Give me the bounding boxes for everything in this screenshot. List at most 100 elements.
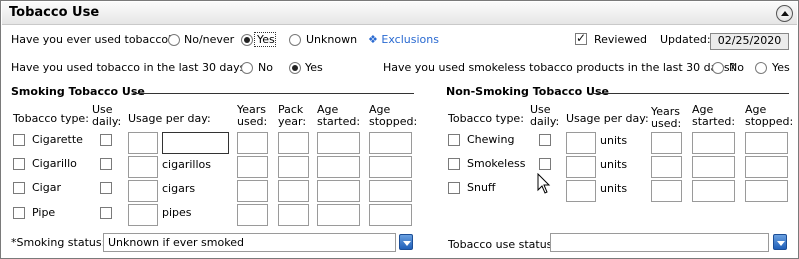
- cigarette-label: Cigarette: [32, 133, 83, 146]
- nonsmoking-age-stopped-header: Age stopped:: [745, 103, 794, 128]
- smokeless-unit-label: units: [600, 158, 628, 171]
- nonsmoking-years-header: Years used:: [651, 105, 682, 130]
- chewing-age-stopped-input[interactable]: [745, 132, 788, 154]
- chewing-checkbox[interactable]: [448, 134, 460, 146]
- nonsmoking-section-title: Non-Smoking Tobacco Use: [446, 85, 609, 98]
- ever-used-no-label: No/never: [184, 33, 235, 46]
- ever-used-no-radio[interactable]: [168, 34, 180, 46]
- reviewed-label: Reviewed: [594, 33, 647, 46]
- pipe-pack-input[interactable]: [278, 204, 309, 226]
- tobacco-use-status-dropdown-button[interactable]: [773, 234, 787, 250]
- pipe-age-stopped-input[interactable]: [369, 204, 412, 226]
- snuff-usage-input[interactable]: [566, 180, 596, 202]
- cigarillo-daily-checkbox[interactable]: [100, 158, 112, 170]
- chewing-usage-input[interactable]: [566, 132, 596, 154]
- exclusions-label: Exclusions: [381, 33, 439, 46]
- smoking-status-select[interactable]: Unknown if ever smoked: [103, 233, 396, 252]
- chewing-daily-checkbox[interactable]: [539, 134, 551, 146]
- chewing-label: Chewing: [467, 133, 515, 146]
- cigar-usage-input[interactable]: [128, 180, 158, 202]
- ever-used-yes-label: Yes: [257, 33, 275, 46]
- smokeless-30-days-label: Have you used smokeless tobacco products…: [383, 61, 736, 74]
- cigar-label: Cigar: [32, 181, 61, 194]
- snuff-years-input[interactable]: [651, 180, 682, 202]
- last-30-no-label: No: [258, 61, 273, 74]
- cigarillo-usage-input[interactable]: [128, 156, 158, 178]
- smoking-use-daily-header: Use daily:: [92, 103, 122, 128]
- smoking-status-dropdown-button[interactable]: [399, 234, 413, 250]
- cigar-pack-input[interactable]: [278, 180, 309, 202]
- smoking-usage-header: Usage per day:: [128, 112, 211, 125]
- smokeless-usage-input[interactable]: [566, 156, 596, 178]
- smokeless-checkbox[interactable]: [448, 158, 460, 170]
- updated-date-field: 02/25/2020: [710, 33, 789, 50]
- cigar-age-stopped-input[interactable]: [369, 180, 412, 202]
- cigarillo-years-input[interactable]: [237, 156, 268, 178]
- cigarillo-checkbox[interactable]: [13, 158, 25, 170]
- chevron-up-icon: [781, 11, 789, 16]
- pipe-usage-input[interactable]: [128, 204, 158, 226]
- snuff-checkbox[interactable]: [448, 182, 460, 194]
- smoking-years-header: Years used:: [237, 103, 268, 128]
- snuff-unit-label: units: [600, 182, 628, 195]
- tobacco-use-panel: Tobacco Use Have you ever used tobacco? …: [0, 0, 799, 259]
- cigarillo-pack-input[interactable]: [278, 156, 309, 178]
- last-30-yes-label: Yes: [305, 61, 323, 74]
- snuff-age-stopped-input[interactable]: [745, 180, 788, 202]
- nonsmoking-age-started-header: Age started:: [692, 103, 736, 128]
- cigarette-years-input[interactable]: [237, 132, 268, 154]
- pipe-label: Pipe: [32, 206, 56, 219]
- nonsmoking-usage-header: Usage per day:: [566, 112, 649, 125]
- ever-used-unknown-radio[interactable]: [289, 34, 301, 46]
- cigarette-age-stopped-input[interactable]: [369, 132, 412, 154]
- pipe-checkbox[interactable]: [13, 207, 25, 219]
- updated-label: Updated:: [660, 33, 711, 46]
- smoking-pack-header: Pack year:: [278, 103, 307, 128]
- chewing-unit-label: units: [600, 134, 628, 147]
- pipe-age-started-input[interactable]: [317, 204, 360, 226]
- cigarette-usage-input[interactable]: [128, 132, 158, 154]
- last-30-yes-radio[interactable]: [289, 62, 301, 74]
- smoking-status-label: *Smoking status:: [11, 236, 106, 249]
- exclusions-link[interactable]: ❖ Exclusions: [368, 33, 439, 46]
- cigarette-pack-input[interactable]: [278, 132, 309, 154]
- cigar-years-input[interactable]: [237, 180, 268, 202]
- cigarillo-age-started-input[interactable]: [317, 156, 360, 178]
- pipe-years-input[interactable]: [237, 204, 268, 226]
- mouse-cursor-icon: [537, 173, 551, 194]
- collapse-button[interactable]: [776, 5, 793, 22]
- cigarillo-age-stopped-input[interactable]: [369, 156, 412, 178]
- pipe-daily-checkbox[interactable]: [100, 207, 112, 219]
- pipe-unit-label: pipes: [162, 206, 192, 219]
- nonsmoking-type-header: Tobacco type:: [448, 112, 524, 125]
- smokeless-label: Smokeless: [467, 157, 526, 170]
- ever-used-unknown-label: Unknown: [306, 33, 358, 46]
- smokeless-age-started-input[interactable]: [692, 156, 735, 178]
- snuff-label: Snuff: [467, 181, 496, 194]
- chewing-years-input[interactable]: [651, 132, 682, 154]
- smokeless-daily-checkbox[interactable]: [539, 158, 551, 170]
- chewing-age-started-input[interactable]: [692, 132, 735, 154]
- cigarillo-label: Cigarillo: [32, 157, 77, 170]
- tobacco-use-status-label: Tobacco use status:: [448, 238, 557, 251]
- cigarette-checkbox[interactable]: [13, 134, 25, 146]
- smoking-section-rule: [133, 93, 414, 94]
- smokeless-yes-label: Yes: [772, 61, 790, 74]
- cigar-checkbox[interactable]: [13, 182, 25, 194]
- cigarette-daily-checkbox[interactable]: [100, 134, 112, 146]
- smoking-section-title: Smoking Tobacco Use: [11, 85, 145, 98]
- cigarette-unit-select[interactable]: [162, 132, 229, 154]
- cigar-unit-label: cigars: [162, 182, 196, 195]
- smokeless-yes-radio[interactable]: [755, 62, 767, 74]
- smokeless-no-radio[interactable]: [712, 62, 724, 74]
- reviewed-checkbox[interactable]: [575, 31, 587, 45]
- smokeless-years-input[interactable]: [651, 156, 682, 178]
- snuff-age-started-input[interactable]: [692, 180, 735, 202]
- cigar-daily-checkbox[interactable]: [100, 182, 112, 194]
- tobacco-use-status-select[interactable]: [550, 233, 769, 252]
- ever-used-yes-radio[interactable]: [241, 34, 253, 46]
- last-30-no-radio[interactable]: [241, 62, 253, 74]
- cigarette-age-started-input[interactable]: [317, 132, 360, 154]
- smokeless-age-stopped-input[interactable]: [745, 156, 788, 178]
- cigar-age-started-input[interactable]: [317, 180, 360, 202]
